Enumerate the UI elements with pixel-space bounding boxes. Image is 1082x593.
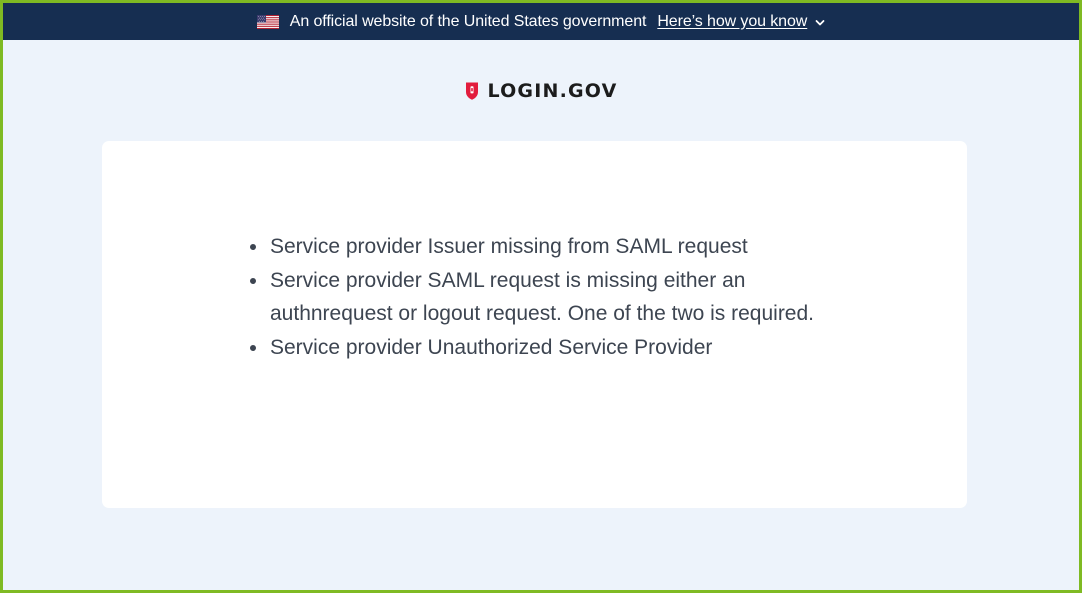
login-gov-shield-icon	[466, 82, 479, 100]
error-card: Service provider Issuer missing from SAM…	[102, 141, 967, 508]
error-list-item: Service provider Issuer missing from SAM…	[269, 230, 844, 264]
error-list-item: Service provider SAML request is missing…	[269, 264, 844, 331]
heres-how-you-know-link[interactable]: Here’s how you know	[657, 13, 807, 31]
error-list-item: Service provider Unauthorized Service Pr…	[269, 331, 844, 365]
page: An official website of the United States…	[3, 3, 1079, 590]
chevron-down-icon[interactable]	[815, 18, 825, 28]
login-gov-logo: LOGIN.GOV	[3, 80, 1079, 102]
official-website-text: An official website of the United States…	[289, 12, 647, 30]
error-list: Service provider Issuer missing from SAM…	[247, 230, 844, 364]
gov-banner: An official website of the United States…	[3, 3, 1079, 40]
us-flag-icon	[256, 14, 279, 29]
logo-text: LOGIN.GOV	[487, 80, 618, 102]
